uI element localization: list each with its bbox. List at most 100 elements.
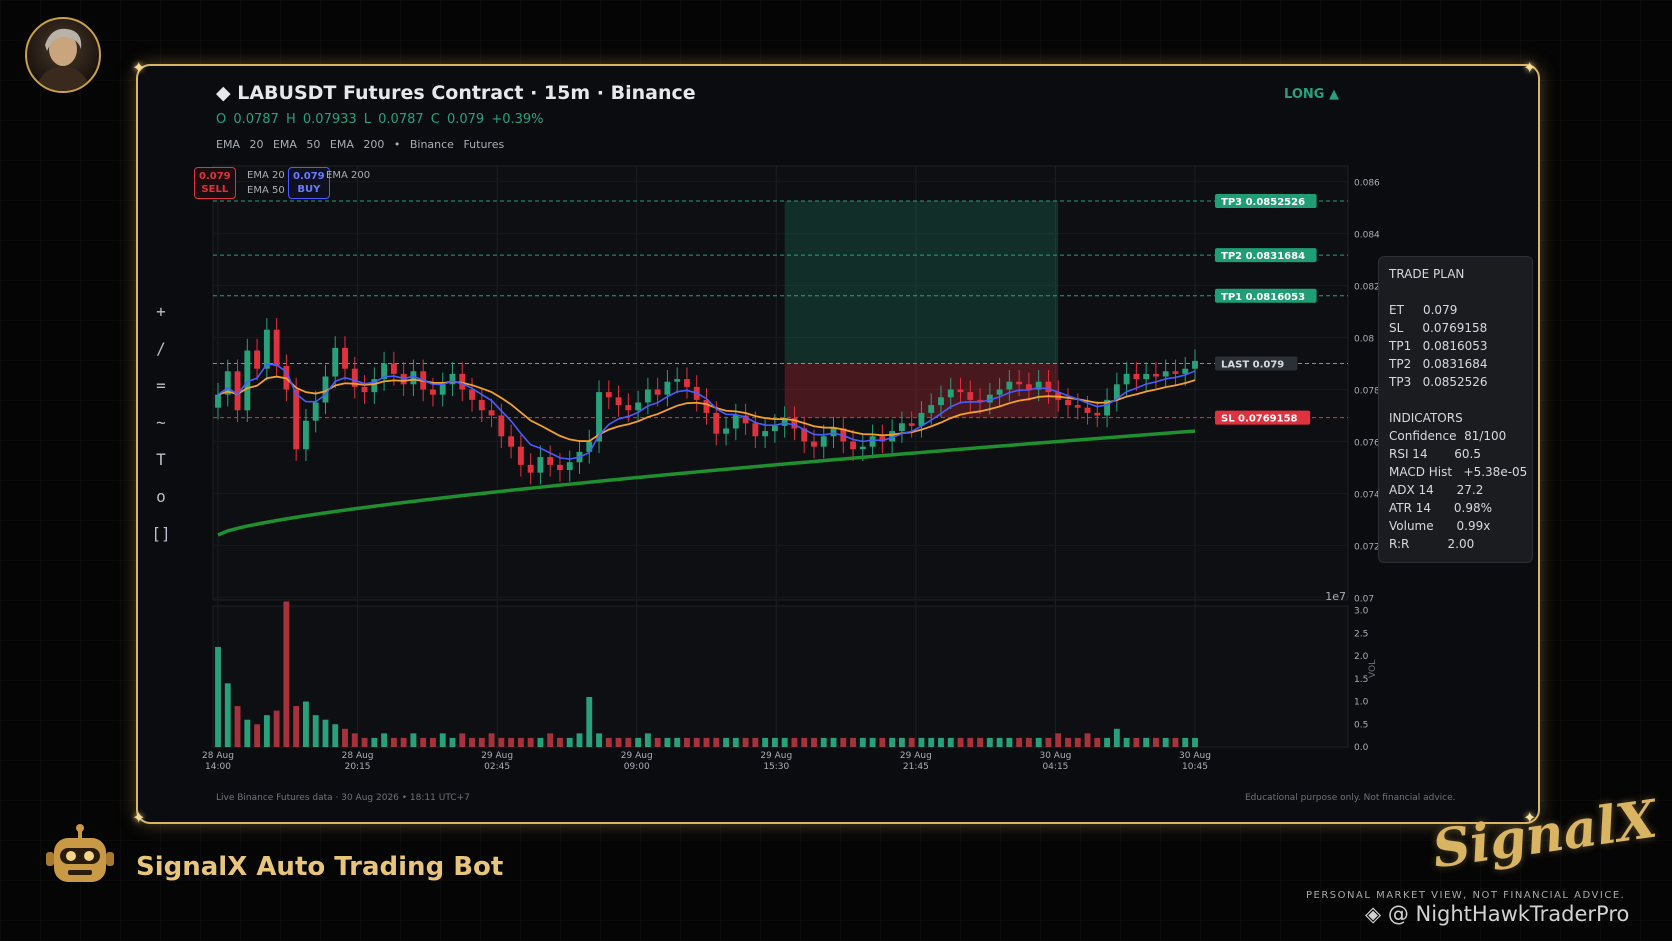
data-source-note: Live Binance Futures data · 30 Aug 2026 …	[216, 793, 470, 803]
volume-tick-label: 2.5	[1354, 629, 1368, 639]
price-tick-label: 0.072	[1354, 542, 1380, 552]
volume-bar	[430, 737, 436, 747]
sell-price: 0.079	[199, 171, 231, 182]
disclaimer-note: Educational purpose only. Not financial …	[1245, 793, 1456, 803]
candle-body	[566, 462, 573, 471]
candle-body	[723, 428, 729, 434]
volume-bar	[674, 737, 681, 747]
price-tick-label: 0.084	[1354, 231, 1380, 241]
volume-bar	[273, 710, 280, 747]
volume-bar	[410, 733, 417, 747]
volume-bar	[1035, 737, 1042, 747]
candle-body	[898, 423, 905, 432]
robot-logo-icon	[46, 824, 114, 882]
volume-bar	[762, 737, 769, 747]
candle-body	[908, 423, 915, 426]
volume-bar	[732, 737, 739, 747]
time-tick-label: 29 Aug	[900, 751, 932, 761]
volume-bar	[703, 737, 710, 747]
buy-button[interactable]: 0.079 BUY	[288, 167, 330, 199]
candle-body	[1182, 368, 1189, 374]
axis-offset-label: 1e7	[1325, 590, 1346, 603]
volume-bar	[967, 737, 974, 747]
plan-row: TP3 0.0852526	[1389, 375, 1488, 389]
candle-body	[654, 389, 661, 395]
candle-body	[1192, 360, 1198, 369]
volume-tick-label: 2.0	[1354, 652, 1369, 662]
volume-bar	[820, 737, 827, 747]
volume-tick-label: 1.0	[1354, 698, 1369, 708]
candle-body	[215, 394, 221, 408]
price-tick-label: 0.086	[1354, 179, 1380, 189]
price-tick-label: 0.074	[1354, 490, 1380, 500]
plan-row: TP2 0.0831684	[1389, 357, 1488, 371]
volume-bar	[215, 646, 221, 747]
volume-bar	[547, 733, 554, 747]
volume-bar	[244, 719, 251, 747]
volume-bar	[615, 737, 622, 747]
volume-bar	[459, 733, 466, 747]
volume-bar	[781, 737, 788, 747]
candle-body	[1172, 371, 1179, 374]
indicator-row: Volume 0.99x	[1389, 519, 1491, 533]
price-tick-label: 0.082	[1354, 283, 1380, 293]
volume-bar	[996, 737, 1003, 747]
candle-body	[947, 389, 954, 398]
tp2-tag-text: TP2 0.0831684	[1221, 251, 1305, 262]
price-tick-label: 0.07	[1354, 594, 1374, 604]
volume-bar	[644, 733, 651, 747]
volume-bar	[664, 737, 671, 747]
candle-body	[302, 420, 309, 450]
time-tick-label: 28 Aug	[342, 751, 374, 761]
volume-bar	[537, 737, 544, 747]
candle-body	[811, 441, 817, 447]
indicator-row: ATR 14 0.98%	[1389, 501, 1493, 515]
volume-bar	[1162, 737, 1169, 747]
candle-body	[967, 392, 974, 400]
candle-body	[1084, 407, 1091, 413]
volume-bar	[771, 737, 778, 747]
candle-body	[615, 397, 622, 406]
volume-bar	[859, 737, 866, 747]
candle-body	[390, 363, 397, 374]
candle-body	[771, 425, 778, 432]
candle-body	[430, 389, 436, 395]
candle-body	[1016, 381, 1023, 385]
sell-button[interactable]: 0.079 SELL	[194, 167, 236, 199]
legend-ema50: EMA 50	[247, 185, 285, 196]
candle-body	[293, 389, 300, 450]
candle-body	[478, 399, 485, 411]
candle-body	[752, 423, 759, 437]
price-tick-label: 0.078	[1354, 386, 1380, 396]
candle-body	[1133, 373, 1140, 380]
candle-body	[312, 402, 319, 421]
candle-body	[664, 381, 671, 395]
volume-bar	[498, 737, 505, 747]
volume-bar	[381, 733, 388, 747]
candle-body	[439, 384, 446, 395]
indicator-row: RSI 14 60.5	[1389, 447, 1481, 461]
volume-bar	[684, 737, 690, 747]
plan-row: ET 0.079	[1389, 303, 1458, 317]
volume-bar	[635, 737, 642, 747]
volume-bar	[302, 701, 309, 747]
buy-label: BUY	[297, 184, 321, 195]
candle-body	[713, 412, 720, 434]
volume-bar	[1025, 737, 1032, 747]
candle-body	[996, 389, 1003, 395]
indicator-row: R:R 2.00	[1389, 537, 1475, 551]
indicator-row: ADX 14 27.2	[1389, 483, 1484, 497]
volume-bar	[224, 683, 231, 747]
time-tick-label: 04:15	[1042, 762, 1068, 772]
volume-bar	[312, 715, 319, 747]
candle-body	[488, 410, 495, 416]
volume-bar	[420, 737, 427, 747]
volume-bar	[1192, 737, 1198, 747]
brand-tagline: PERSONAL MARKET VIEW, NOT FINANCIAL ADVI…	[1306, 890, 1626, 901]
volume-bar	[1113, 728, 1120, 747]
volume-bar	[508, 737, 515, 747]
volume-bar	[957, 737, 964, 747]
volume-bar	[557, 737, 563, 747]
volume-bar	[1133, 737, 1140, 747]
volume-bar	[1006, 737, 1013, 747]
